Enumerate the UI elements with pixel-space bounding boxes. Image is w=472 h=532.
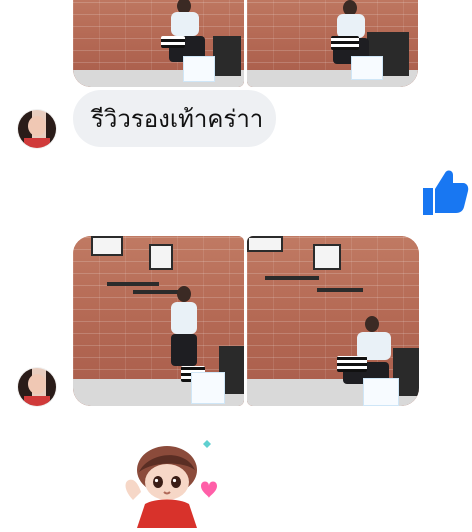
avatar-shirt: [24, 396, 50, 406]
thumbs-up-icon: [423, 170, 469, 215]
person: [365, 316, 379, 332]
message-text: รีวิวรองเท้าคร่าา: [91, 105, 264, 133]
wall-shelf: [265, 276, 319, 280]
person-shirt: [171, 302, 197, 334]
white-stool: [183, 56, 215, 82]
boy-sticker-icon: [125, 440, 217, 528]
avatar-face: [28, 374, 46, 394]
person-shirt: [337, 14, 365, 38]
photo-attachment-left[interactable]: [73, 236, 244, 406]
striped-bag: [331, 36, 359, 50]
side-table: [213, 36, 241, 76]
person-shirt: [171, 12, 199, 36]
white-stool: [191, 372, 225, 404]
like-message[interactable]: [415, 165, 469, 219]
photo-attachment-top-left[interactable]: [73, 0, 244, 87]
wall-picture: [247, 236, 283, 252]
white-stool: [363, 378, 399, 406]
wall-picture: [91, 236, 123, 256]
photo-attachment-right[interactable]: [247, 236, 419, 406]
person-skirt: [171, 334, 197, 366]
striped-bag: [337, 356, 367, 372]
wall-picture: [313, 244, 341, 270]
avatar[interactable]: [18, 368, 56, 406]
striped-bag: [161, 36, 185, 48]
avatar-shirt: [24, 138, 50, 148]
white-stool: [351, 56, 383, 80]
person: [177, 286, 191, 302]
avatar[interactable]: [18, 110, 56, 148]
message-bubble[interactable]: รีวิวรองเท้าคร่าา: [73, 90, 276, 147]
wall-picture: [149, 244, 173, 270]
photo-attachment-top-right[interactable]: [247, 0, 418, 87]
wall-shelf: [133, 290, 179, 294]
avatar-face: [28, 116, 46, 136]
sticker-message[interactable]: [105, 430, 235, 528]
wall-shelf: [317, 288, 363, 292]
wall-shelf: [107, 282, 159, 286]
